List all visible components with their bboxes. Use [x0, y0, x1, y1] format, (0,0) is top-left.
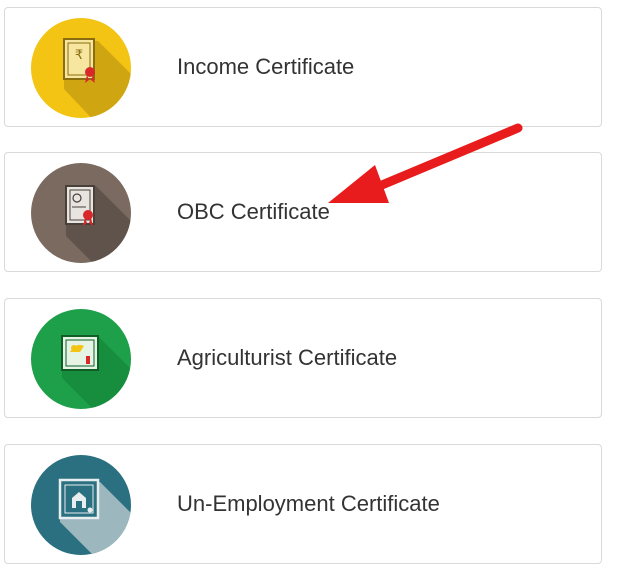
obc-certificate-icon — [30, 162, 132, 264]
obc-certificate-label: OBC Certificate — [177, 199, 330, 224]
obc-certificate-card[interactable]: OBC Certificate — [4, 152, 602, 272]
unemployment-certificate-label: Un-Employment Certificate — [177, 491, 440, 516]
unemployment-certificate-icon — [30, 454, 132, 556]
income-certificate-label: Income Certificate — [177, 54, 355, 79]
agriculturist-certificate-icon — [30, 308, 132, 410]
svg-text:₹: ₹ — [75, 48, 83, 63]
income-certificate-icon: ₹ — [30, 17, 132, 119]
agriculturist-certificate-label: Agriculturist Certificate — [177, 345, 398, 370]
income-certificate-card[interactable]: ₹ Income Certificate — [4, 7, 602, 127]
agriculturist-certificate-card[interactable]: Agriculturist Certificate — [4, 298, 602, 418]
unemployment-certificate-card[interactable]: Un-Employment Certificate — [4, 444, 602, 564]
